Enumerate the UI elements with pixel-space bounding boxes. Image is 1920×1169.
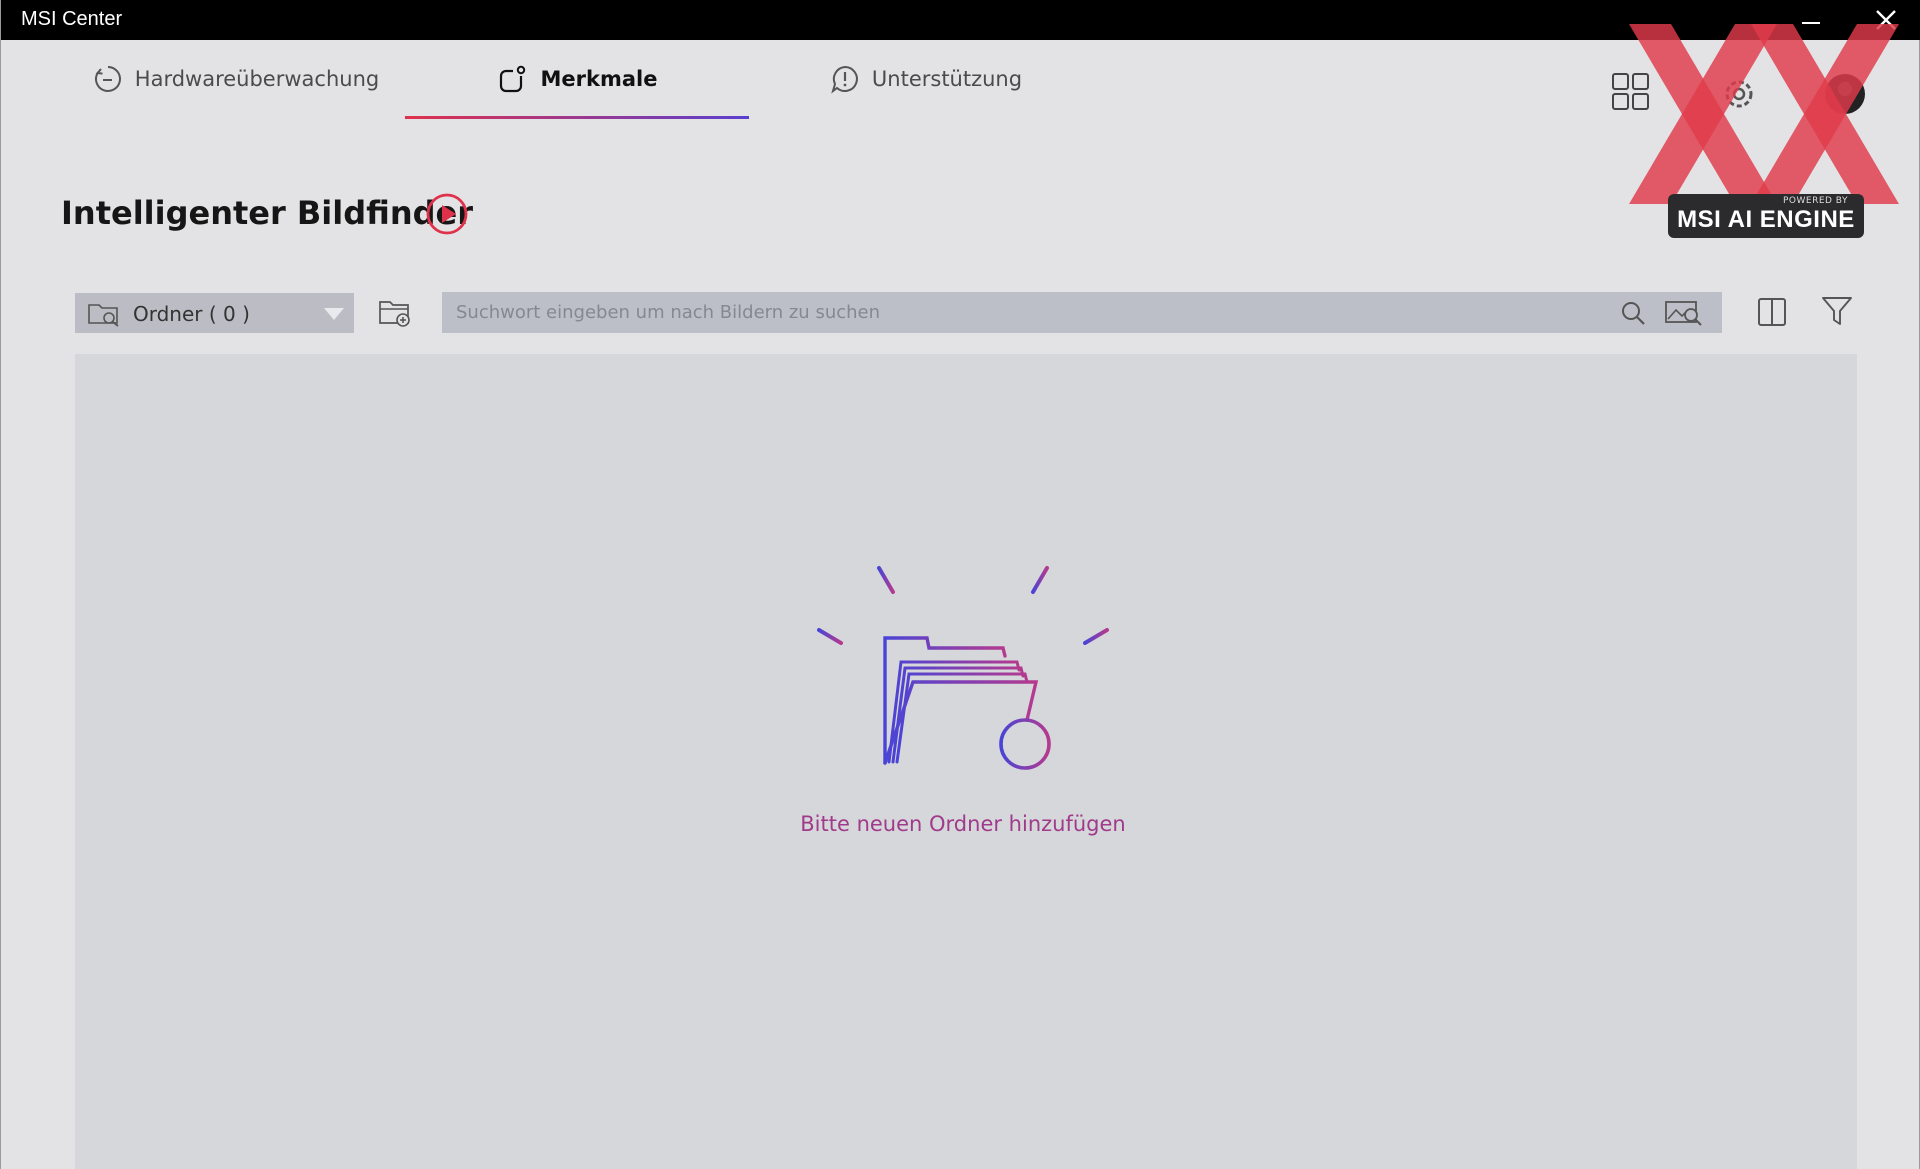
search-input[interactable]	[442, 292, 1612, 333]
add-folder-illustration[interactable]	[793, 540, 1133, 784]
tab-label: Unterstützung	[871, 67, 1023, 91]
search-bar	[442, 292, 1722, 333]
gauge-icon	[94, 66, 121, 92]
tab-label: Hardwareüberwachung	[134, 67, 380, 91]
tab-support[interactable]: Unterstützung	[811, 40, 1041, 118]
chevron-down-icon	[324, 308, 344, 320]
active-tab-indicator	[405, 116, 749, 119]
tab-hardware-monitoring[interactable]: Hardwareüberwachung	[91, 40, 381, 118]
image-search-button[interactable]	[1664, 300, 1704, 330]
search-button[interactable]	[1620, 300, 1646, 330]
add-folder-button[interactable]	[378, 297, 412, 333]
folder-add-illustration-icon	[795, 542, 1131, 770]
watermark-logo	[1629, 24, 1899, 204]
image-search-icon	[1665, 301, 1702, 326]
filter-button[interactable]	[1821, 295, 1853, 331]
app-window: MSI Center Hardwareüberwachung Merkmale …	[0, 0, 1920, 1169]
split-view-icon	[1758, 298, 1786, 326]
ai-engine-badge: POWERED BY MSI AI ENGINE	[1668, 194, 1864, 238]
tab-label: Merkmale	[540, 67, 658, 91]
search-icon	[1622, 302, 1645, 325]
window-title: MSI Center	[21, 8, 123, 30]
features-icon	[499, 65, 525, 93]
tab-features[interactable]: Merkmale	[405, 40, 749, 118]
ai-engine-label: MSI AI ENGINE	[1677, 206, 1855, 233]
empty-state-message: Bitte neuen Ordner hinzufügen	[800, 812, 1126, 836]
folder-add-icon	[379, 301, 410, 327]
play-tutorial-button[interactable]	[425, 192, 469, 240]
filter-icon	[1822, 297, 1852, 325]
folder-dropdown-value: Ordner ( 0 )	[133, 302, 250, 326]
play-icon	[426, 193, 468, 235]
powered-by-label: POWERED BY	[1782, 196, 1848, 206]
page-title: Intelligenter Bildfinder	[61, 194, 474, 232]
folder-search-icon	[88, 304, 119, 327]
folder-dropdown[interactable]: Ordner ( 0 )	[75, 293, 354, 333]
support-icon	[831, 65, 858, 94]
split-view-button[interactable]	[1757, 297, 1787, 331]
